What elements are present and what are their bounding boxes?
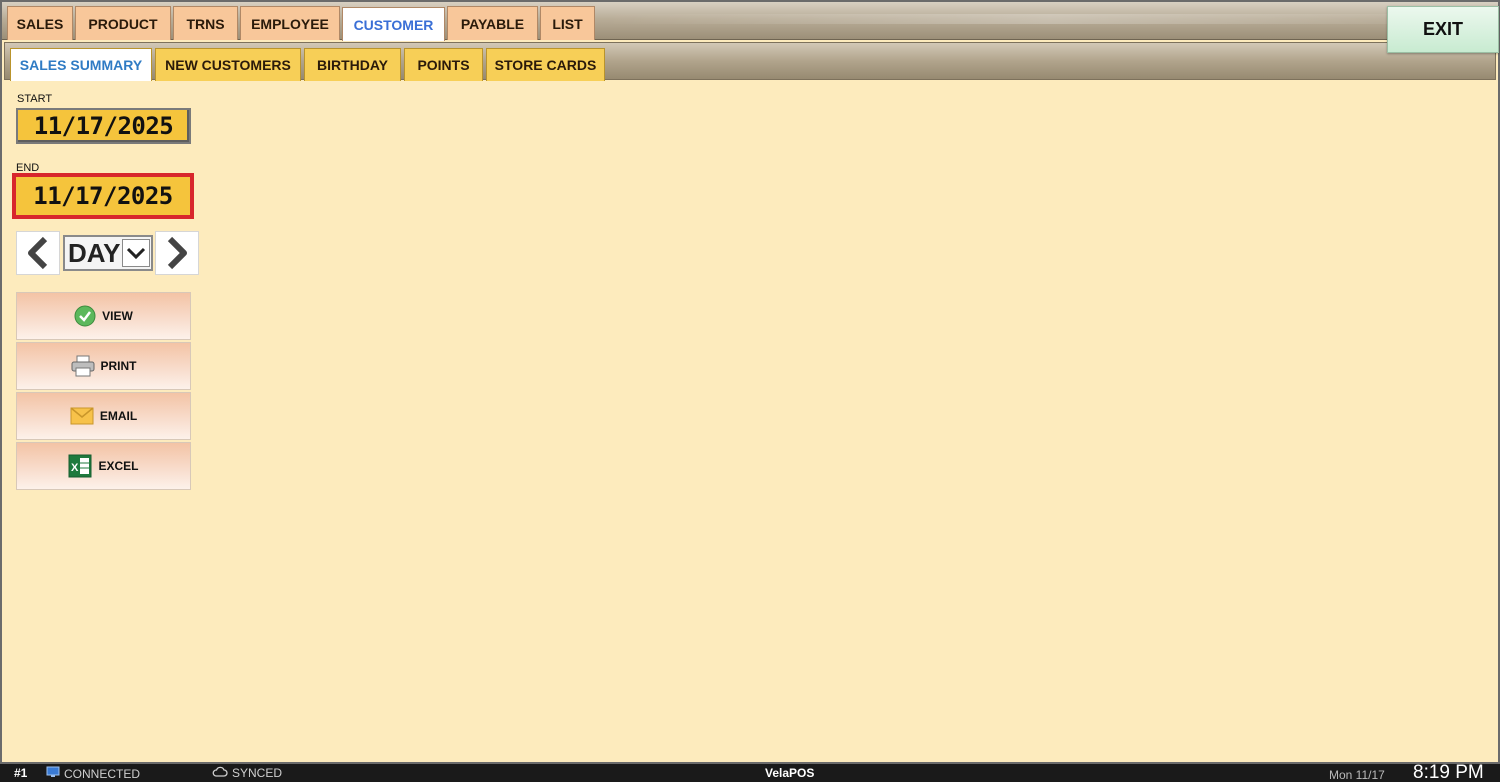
period-select[interactable]: DAY	[63, 235, 153, 271]
period-value: DAY	[68, 237, 120, 268]
monitor-icon	[46, 766, 60, 781]
status-bar: #1 CONNECTED SYNCED Vela POS Mon 11/17 8:…	[0, 762, 1500, 782]
chevron-left-icon	[28, 236, 48, 270]
end-date-field[interactable]: 11/17/2025	[12, 173, 194, 219]
connection-status: CONNECTED	[46, 766, 140, 781]
printer-icon	[71, 355, 95, 377]
print-button[interactable]: PRINT	[16, 342, 191, 390]
start-label: START	[17, 93, 53, 105]
subtab-new-customers[interactable]: NEW CUSTOMERS	[155, 48, 301, 81]
app-name: Vela POS	[765, 766, 814, 780]
svg-text:X: X	[71, 462, 79, 474]
start-date-field[interactable]: 11/17/2025	[16, 108, 191, 144]
status-time: 8:19 PM	[1413, 762, 1484, 782]
prev-period-button[interactable]	[16, 231, 60, 275]
next-period-button[interactable]	[155, 231, 199, 275]
view-label: VIEW	[102, 309, 133, 323]
station-number: #1	[14, 766, 28, 780]
subtab-sales-summary[interactable]: SALES SUMMARY	[10, 48, 152, 81]
envelope-icon	[70, 407, 94, 425]
excel-button[interactable]: X EXCEL	[16, 442, 191, 490]
app-name-suffix: POS	[789, 766, 815, 780]
subtab-birthday[interactable]: BIRTHDAY	[304, 48, 401, 81]
connection-text: CONNECTED	[64, 766, 141, 781]
sync-text: SYNCED	[232, 766, 283, 780]
view-button[interactable]: VIEW	[16, 292, 191, 340]
subtab-store-cards[interactable]: STORE CARDS	[486, 48, 605, 81]
chevron-down-icon	[122, 239, 150, 267]
print-label: PRINT	[100, 359, 137, 373]
excel-label: EXCEL	[98, 459, 139, 473]
tab-payable[interactable]: PAYABLE	[447, 6, 538, 40]
status-date: Mon 11/17	[1329, 768, 1385, 782]
exit-button[interactable]: EXIT	[1387, 6, 1499, 53]
email-label: EMAIL	[99, 409, 138, 423]
excel-icon: X	[68, 454, 92, 478]
app-window	[0, 0, 1500, 764]
tab-customer[interactable]: CUSTOMER	[342, 7, 445, 41]
check-circle-icon	[74, 305, 96, 327]
tab-sales[interactable]: SALES	[7, 6, 73, 40]
sync-status: SYNCED	[212, 766, 282, 780]
tab-trns[interactable]: TRNS	[173, 6, 238, 40]
tab-employee[interactable]: EMPLOYEE	[240, 6, 340, 40]
sub-tab-bar: SALES SUMMARY NEW CUSTOMERS BIRTHDAY POI…	[4, 42, 1496, 81]
cloud-icon	[212, 766, 228, 780]
subtab-points[interactable]: POINTS	[404, 48, 483, 81]
chevron-right-icon	[167, 236, 187, 270]
app-name-prefix: Vela	[765, 766, 790, 780]
top-tab-bar: SALES PRODUCT TRNS EMPLOYEE CUSTOMER PAY…	[2, 2, 1498, 41]
email-button[interactable]: EMAIL	[16, 392, 191, 440]
tab-product[interactable]: PRODUCT	[75, 6, 171, 40]
tab-list[interactable]: LIST	[540, 6, 595, 40]
